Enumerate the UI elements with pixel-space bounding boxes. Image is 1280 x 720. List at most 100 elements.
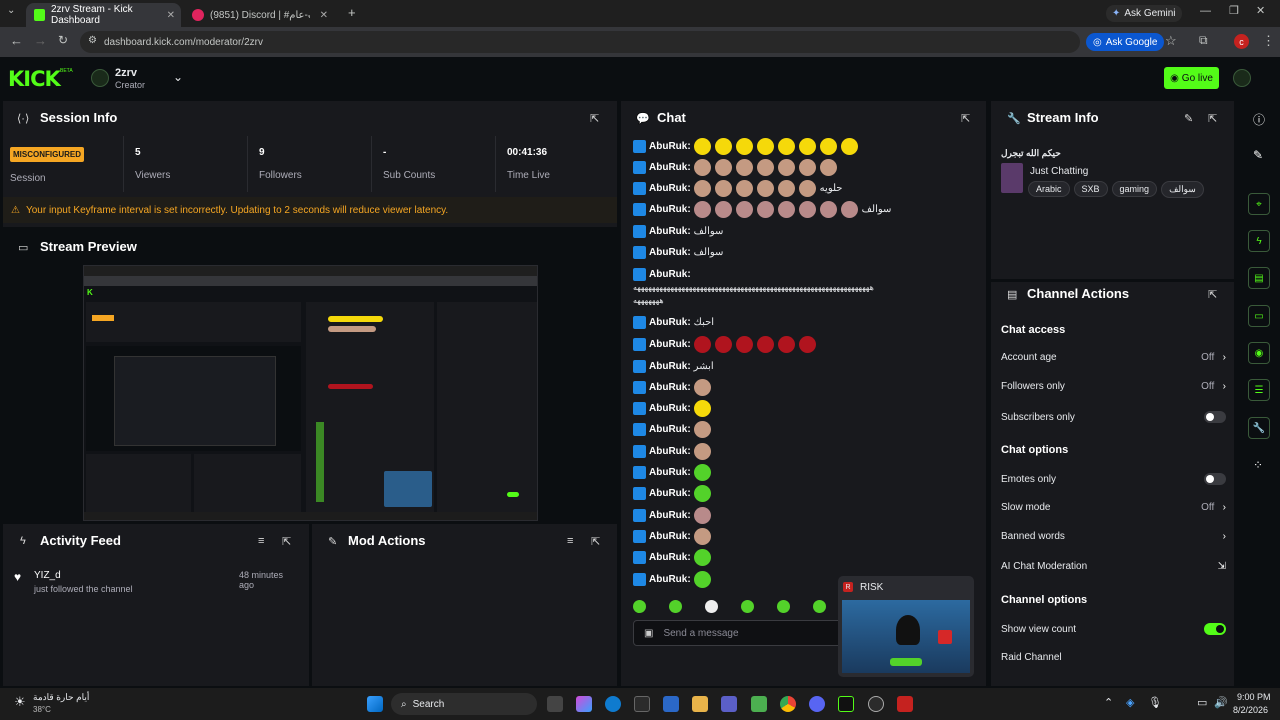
account-age-row[interactable]: Account age Off › (1001, 352, 1226, 363)
close-tab-icon[interactable]: ✕ (167, 10, 175, 21)
chat-username[interactable]: AbuRuk: (649, 552, 691, 563)
chat-username[interactable]: AbuRuk: (649, 361, 691, 372)
tab-search-icon[interactable]: ⌄ (7, 5, 15, 16)
chat-username[interactable]: AbuRuk: (649, 403, 691, 414)
activity-user[interactable]: YIZ_d (34, 570, 61, 581)
banned-words-row[interactable]: Banned words › (1001, 531, 1226, 542)
clock-time[interactable]: 9:00 PM (1237, 692, 1271, 702)
edit-icon[interactable]: ✎ (1184, 112, 1193, 125)
emote-icon[interactable] (777, 599, 790, 613)
chat-username[interactable]: AbuRuk: (649, 141, 691, 152)
chat-username[interactable]: AbuRuk: (649, 162, 691, 173)
chat-username[interactable]: AbuRuk: (649, 424, 691, 435)
filter-icon[interactable]: ≡ (567, 535, 573, 547)
volume-icon[interactable]: 🔊 (1214, 696, 1228, 709)
kick-logo[interactable]: KICK (8, 67, 61, 91)
rail-button-3[interactable]: ▤ (1248, 267, 1270, 289)
app-icon[interactable] (634, 696, 650, 712)
edit-layout-icon[interactable]: ✎ (1253, 148, 1263, 162)
chat-username[interactable]: AbuRuk: (649, 510, 691, 521)
chat-username[interactable]: AbuRuk: (649, 339, 691, 350)
tray-app-icon[interactable]: ◈ (1126, 696, 1134, 709)
bookmark-star-icon[interactable]: ☆ (1165, 33, 1177, 49)
emote-icon[interactable] (669, 599, 682, 613)
popout-icon[interactable]: ⇱ (1208, 112, 1217, 125)
back-icon[interactable]: ← (10, 33, 23, 48)
chat-username[interactable]: AbuRuk: (649, 204, 691, 215)
rail-button-5[interactable]: ◉ (1248, 342, 1270, 364)
taskbar-search[interactable]: ⌕ Search (391, 693, 537, 715)
ask-gemini-button[interactable]: ✦ Ask Gemini (1106, 5, 1182, 22)
minimize-icon[interactable]: — (1200, 5, 1211, 17)
emote-icon[interactable] (741, 599, 754, 613)
rail-button-2[interactable]: ϟ (1248, 230, 1270, 252)
chat-username[interactable]: AbuRuk: (649, 317, 691, 328)
followers-only-row[interactable]: Followers only Off › (1001, 381, 1226, 392)
emotes-only-toggle[interactable] (1204, 473, 1226, 485)
show-view-count-toggle[interactable] (1204, 623, 1226, 635)
close-window-icon[interactable]: ✕ (1256, 4, 1265, 17)
rail-button-7[interactable]: 🔧 (1248, 417, 1270, 439)
store-icon[interactable] (663, 696, 679, 712)
popout-icon[interactable]: ⇱ (282, 535, 291, 548)
chat-username[interactable]: AbuRuk: (649, 488, 691, 499)
tray-chevron-icon[interactable]: ⌃ (1104, 696, 1113, 709)
popout-icon[interactable]: ⇱ (591, 535, 600, 548)
reload-icon[interactable]: ↻ (58, 33, 68, 47)
task-view-icon[interactable] (547, 696, 563, 712)
chat-username[interactable]: AbuRuk: (649, 446, 691, 457)
site-info-icon[interactable]: ⚙ (88, 35, 97, 46)
raid-channel-row[interactable]: Raid Channel (1001, 652, 1226, 663)
emote-icon[interactable] (633, 599, 646, 613)
ai-moderation-row[interactable]: AI Chat Moderation ⇲ (1001, 561, 1226, 572)
emote-icon[interactable] (813, 599, 826, 613)
clock-date[interactable]: 8/2/2026 (1233, 705, 1268, 715)
weather-text[interactable]: أيام حارة قادمة (33, 692, 89, 703)
rail-button-6[interactable]: ☰ (1248, 379, 1270, 401)
chat-username[interactable]: AbuRuk: (649, 226, 691, 237)
app-icon[interactable] (838, 696, 854, 712)
stream-preview-video[interactable]: K (83, 265, 538, 521)
popout-icon[interactable]: ⇱ (1208, 288, 1217, 301)
rail-button-4[interactable]: ▭ (1248, 305, 1270, 327)
profile-avatar[interactable]: c (1234, 34, 1249, 49)
copilot-icon[interactable] (576, 696, 592, 712)
file-explorer-icon[interactable] (692, 696, 708, 712)
discord-icon[interactable] (809, 696, 825, 712)
risk-popup[interactable]: R RISK (838, 576, 974, 677)
teams-icon[interactable] (721, 696, 737, 712)
chat-username[interactable]: AbuRuk: (649, 183, 691, 194)
new-tab-icon[interactable]: + (348, 5, 356, 20)
close-tab-icon[interactable]: ✕ (320, 10, 328, 21)
apps-icon[interactable]: ⁘ (1253, 458, 1263, 472)
chrome-icon[interactable] (780, 696, 796, 712)
emote-icon[interactable] (705, 599, 718, 613)
channel-switch-chevron-icon[interactable]: ⌄ (173, 70, 183, 84)
tab-discord[interactable]: (9851) Discord | #شات-عام ✕ (184, 3, 334, 27)
url-field[interactable]: ⚙ dashboard.kick.com/moderator/2zrv (80, 31, 1080, 53)
risk-app-icon[interactable] (897, 696, 913, 712)
rail-button-1[interactable]: ⌖ (1248, 193, 1270, 215)
filter-icon[interactable]: ≡ (258, 535, 264, 547)
popout-icon[interactable]: ⇱ (961, 112, 970, 125)
tab-kick-dashboard[interactable]: 2zrv Stream - Kick Dashboard ✕ (26, 3, 181, 27)
info-icon[interactable]: ⓘ (1253, 111, 1265, 128)
obs-icon[interactable] (868, 696, 884, 712)
network-icon[interactable]: ▭ (1197, 696, 1207, 709)
popout-icon[interactable]: ⇱ (590, 112, 599, 125)
ask-google-button[interactable]: ◎ Ask Google (1086, 33, 1165, 51)
microphone-icon[interactable]: 🎙 (1148, 696, 1162, 709)
slow-mode-row[interactable]: Slow mode Off › (1001, 502, 1226, 513)
chat-username[interactable]: AbuRuk: (649, 382, 691, 393)
chat-username[interactable]: AbuRuk: (649, 269, 691, 280)
chat-username[interactable]: AbuRuk: (649, 574, 691, 585)
stream-category[interactable]: Just Chatting (1030, 166, 1088, 177)
chat-username[interactable]: AbuRuk: (649, 531, 691, 542)
edge-icon[interactable] (605, 696, 621, 712)
maximize-icon[interactable]: ❐ (1229, 4, 1239, 17)
chat-input[interactable]: ▣ Send a message (633, 620, 843, 646)
extensions-icon[interactable]: ⧉ (1199, 33, 1208, 48)
forward-icon[interactable]: → (34, 33, 47, 48)
chat-username[interactable]: AbuRuk: (649, 467, 691, 478)
chrome-menu-icon[interactable]: ⋮ (1262, 33, 1275, 49)
